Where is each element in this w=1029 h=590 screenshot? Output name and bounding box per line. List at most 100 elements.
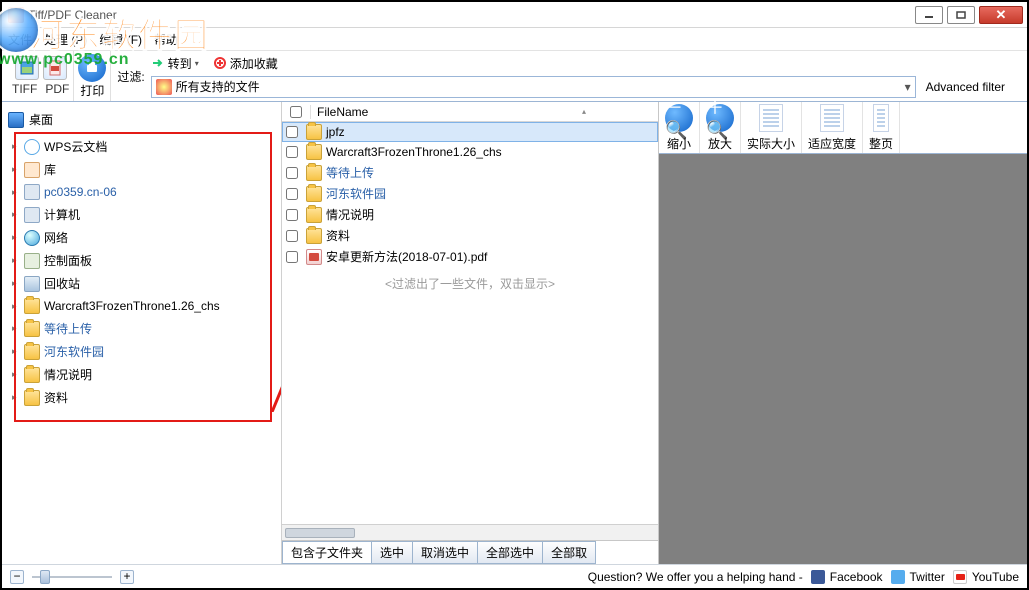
- menu-file[interactable]: 文件: [8, 31, 32, 48]
- row-checkbox[interactable]: [286, 188, 298, 200]
- folder-icon: [24, 184, 40, 200]
- file-icon: [306, 124, 322, 140]
- check-button[interactable]: 选中: [371, 541, 413, 564]
- print-label: 打印: [80, 82, 104, 99]
- tree-item[interactable]: ▸Warcraft3FrozenThrone1.26_chs: [12, 295, 277, 317]
- folder-icon: [24, 321, 40, 337]
- file-row[interactable]: 安卓更新方法(2018-07-01).pdf: [282, 246, 658, 267]
- menubar: 文件 处理 (P) 编辑 (F) 帮助: [2, 28, 1027, 50]
- facebook-icon: [811, 570, 825, 584]
- menu-process[interactable]: 处理 (P): [44, 31, 87, 48]
- filter-icon: [156, 79, 172, 95]
- youtube-icon: [953, 570, 967, 584]
- sort-icon: ▴: [582, 107, 586, 116]
- row-checkbox[interactable]: [286, 251, 298, 263]
- zoom-out-button[interactable]: －🔍缩小: [659, 102, 700, 153]
- maximize-button[interactable]: [947, 6, 975, 24]
- file-row[interactable]: 等待上传: [282, 162, 658, 183]
- row-checkbox[interactable]: [286, 126, 298, 138]
- tree-item[interactable]: ▸河东软件园: [12, 340, 277, 363]
- actual-size-button[interactable]: 实际大小: [741, 102, 802, 153]
- facebook-link[interactable]: Facebook: [811, 570, 883, 584]
- tree-item[interactable]: ▸资料: [12, 386, 277, 409]
- window-title: Tiff/PDF Cleaner: [28, 8, 117, 22]
- desktop-icon: [8, 112, 24, 128]
- folder-icon: [24, 367, 40, 383]
- file-row[interactable]: Warcraft3FrozenThrone1.26_chs: [282, 142, 658, 162]
- preview-pane: －🔍缩小 ＋🔍放大 实际大小 适应宽度 整页: [659, 102, 1027, 564]
- tree-item[interactable]: ▸库: [12, 158, 277, 181]
- file-row[interactable]: jpfz: [282, 122, 658, 142]
- select-all-checkbox[interactable]: [290, 106, 302, 118]
- filter-label: 过滤:: [117, 68, 144, 85]
- tiff-button[interactable]: [15, 56, 39, 80]
- filter-select[interactable]: 所有支持的文件 ▾: [151, 76, 916, 98]
- filter-value: 所有支持的文件: [176, 78, 260, 95]
- tree-item[interactable]: ▸计算机: [12, 203, 277, 226]
- file-header[interactable]: ▴ FileName: [282, 102, 658, 122]
- include-subfolders-button[interactable]: 包含子文件夹: [282, 541, 372, 564]
- column-filename[interactable]: FileName: [310, 105, 368, 119]
- tree-root[interactable]: 桌面: [6, 108, 277, 131]
- row-checkbox[interactable]: [286, 230, 298, 242]
- folder-tree: 桌面 ▸WPS云文档▸库▸pc0359.cn-06▸计算机▸网络▸控制面板▸回收…: [2, 102, 282, 564]
- row-checkbox[interactable]: [286, 167, 298, 179]
- tree-item[interactable]: ▸网络: [12, 226, 277, 249]
- menu-edit[interactable]: 编辑 (F): [99, 31, 142, 48]
- convert-button[interactable]: 转到▾: [151, 55, 199, 72]
- tree-item[interactable]: ▸情况说明: [12, 363, 277, 386]
- preview-toolbar: －🔍缩小 ＋🔍放大 实际大小 适应宽度 整页: [659, 102, 1027, 154]
- zoom-plus-button[interactable]: +: [120, 570, 134, 584]
- folder-icon: [24, 253, 40, 269]
- zoom-in-button[interactable]: ＋🔍放大: [700, 102, 741, 153]
- file-icon: [306, 186, 322, 202]
- file-list-pane: ▴ FileName jpfzWarcraft3FrozenThrone1.26…: [282, 102, 659, 564]
- folder-icon: [24, 230, 40, 246]
- menu-help[interactable]: 帮助: [154, 31, 178, 48]
- tree-item[interactable]: ▸pc0359.cn-06: [12, 181, 277, 203]
- check-all-button[interactable]: 全部选中: [477, 541, 543, 564]
- uncheck-all-button[interactable]: 全部取: [542, 541, 596, 564]
- row-checkbox[interactable]: [286, 146, 298, 158]
- tree-item[interactable]: ▸控制面板: [12, 249, 277, 272]
- folder-icon: [24, 276, 40, 292]
- file-row[interactable]: 河东软件园: [282, 183, 658, 204]
- tree-item[interactable]: ▸回收站: [12, 272, 277, 295]
- pdf-button[interactable]: [43, 56, 67, 80]
- file-icon: [306, 228, 322, 244]
- uncheck-button[interactable]: 取消选中: [412, 541, 478, 564]
- file-icon: [306, 249, 322, 265]
- folder-icon: [24, 139, 40, 155]
- row-checkbox[interactable]: [286, 209, 298, 221]
- zoom-slider[interactable]: [32, 570, 112, 584]
- close-button[interactable]: ✕: [979, 6, 1023, 24]
- file-row[interactable]: 情况说明: [282, 204, 658, 225]
- folder-icon: [24, 390, 40, 406]
- file-row[interactable]: 资料: [282, 225, 658, 246]
- statusbar: − + Question? We offer you a helping han…: [2, 564, 1027, 588]
- toolbar: TIFF PDF 打印 过滤: 转到▾ 添加收藏 所有支持的文件 ▾ Advanc…: [2, 50, 1027, 102]
- filter-note[interactable]: <过滤出了一些文件，双击显示>: [282, 275, 658, 292]
- twitter-link[interactable]: Twitter: [891, 570, 945, 584]
- preview-canvas: [659, 154, 1027, 564]
- full-page-button[interactable]: 整页: [863, 102, 900, 153]
- minimize-button[interactable]: [915, 6, 943, 24]
- file-icon: [306, 144, 322, 160]
- zoom-minus-button[interactable]: −: [10, 570, 24, 584]
- favorite-button[interactable]: 添加收藏: [213, 55, 278, 72]
- twitter-icon: [891, 570, 905, 584]
- pdf-label: PDF: [45, 82, 69, 96]
- folder-icon: [24, 344, 40, 360]
- tiff-label: TIFF: [12, 82, 37, 96]
- youtube-link[interactable]: YouTube: [953, 570, 1019, 584]
- file-icon: [306, 207, 322, 223]
- print-button[interactable]: [78, 54, 106, 82]
- tree-item[interactable]: ▸WPS云文档: [12, 135, 277, 158]
- status-text: Question? We offer you a helping hand -: [588, 570, 803, 584]
- folder-icon: [24, 298, 40, 314]
- horizontal-scrollbar[interactable]: [282, 524, 658, 540]
- advanced-filter-link[interactable]: Advanced filter: [926, 80, 1005, 94]
- folder-icon: [24, 207, 40, 223]
- tree-item[interactable]: ▸等待上传: [12, 317, 277, 340]
- fit-width-button[interactable]: 适应宽度: [802, 102, 863, 153]
